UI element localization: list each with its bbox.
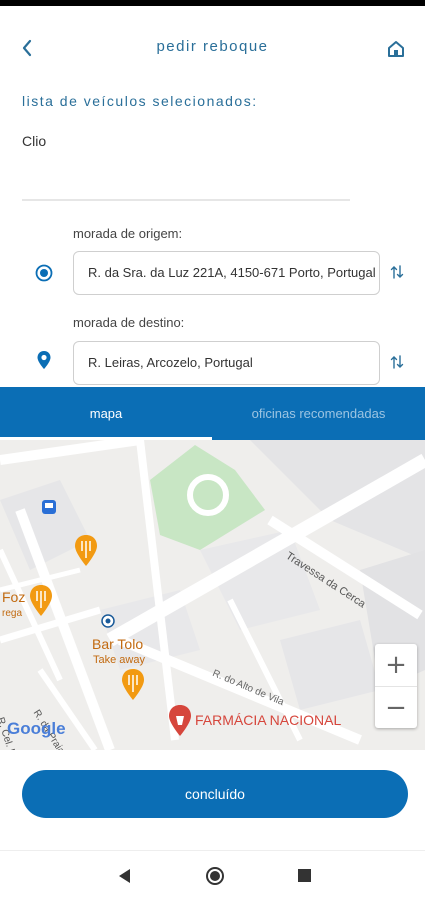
home-button[interactable] [387, 40, 405, 58]
status-bar [0, 0, 425, 6]
tab-map[interactable]: mapa [0, 387, 212, 440]
map-place-label: FARMÁCIA NACIONAL [195, 712, 342, 728]
origin-label: morada de origem: [73, 226, 183, 241]
map-place-label: Bar Tolo [92, 636, 144, 652]
map-view[interactable]: Travessa da Cerca R. do Alto de Vila R. … [0, 440, 425, 750]
map-tiles [0, 440, 425, 750]
home-icon [388, 41, 404, 57]
confirm-button[interactable]: concluído [22, 770, 408, 818]
map-place-label: Take away [93, 654, 145, 666]
vehicle-list-label: lista de veículos selecionados: [22, 93, 258, 109]
tab-map-label: mapa [89, 406, 123, 421]
zoom-in-button[interactable]: + [375, 644, 417, 686]
swap-vertical-icon[interactable] [389, 264, 405, 280]
tab-recommended-workshops[interactable]: oficinas recomendadas [212, 387, 425, 440]
origin-address-input[interactable]: R. da Sra. da Luz 221A, 4150-671 Porto, … [73, 251, 380, 295]
nav-back-icon[interactable] [117, 868, 131, 884]
tab-bar: mapa oficinas recomendadas [0, 387, 425, 440]
google-logo: Google [7, 719, 66, 738]
divider [22, 199, 350, 201]
zoom-out-button[interactable]: − [375, 686, 417, 728]
system-nav-bar [0, 850, 425, 900]
vehicle-item: Clio [22, 133, 47, 149]
map-place-label: rega [2, 608, 23, 619]
radio-selected-icon[interactable] [35, 264, 53, 282]
nav-recent-apps-icon[interactable] [298, 869, 311, 882]
swap-vertical-icon[interactable] [389, 354, 405, 370]
app-header: pedir reboque [0, 30, 425, 66]
nav-home-icon[interactable] [205, 866, 225, 886]
location-pin-icon [37, 351, 51, 369]
tab-workshops-label: oficinas recomendadas [251, 406, 386, 421]
page-title: pedir reboque [156, 38, 269, 55]
map-zoom-controls: + − [375, 644, 417, 728]
map-place-label: Foz [2, 589, 26, 605]
destination-label: morada de destino: [73, 315, 185, 330]
destination-address-input[interactable]: R. Leiras, Arcozelo, Portugal [73, 341, 380, 385]
